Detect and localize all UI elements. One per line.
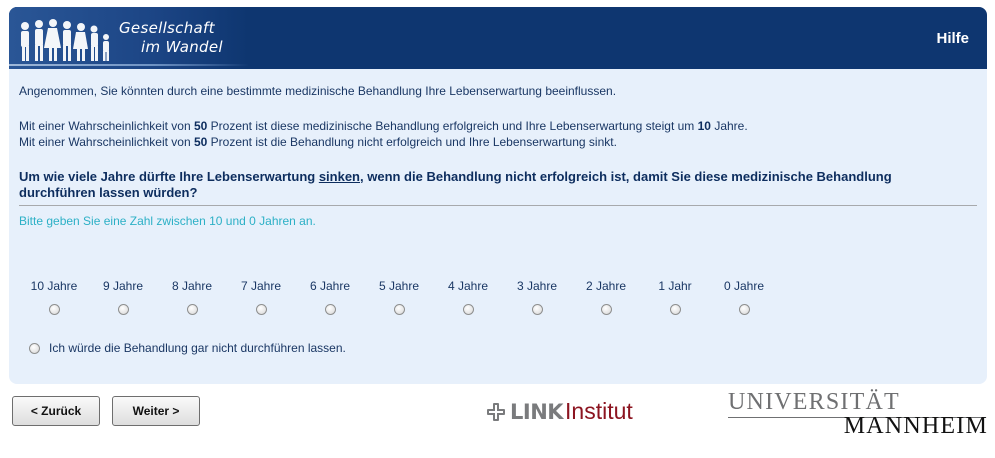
help-link[interactable]: Hilfe xyxy=(936,30,969,47)
refuse-option-label: Ich würde die Behandlung gar nicht durch… xyxy=(49,341,346,355)
link-institut-logo: LINK Institut xyxy=(486,398,633,425)
option-label: 7 Jahre xyxy=(240,279,282,293)
option-label: 9 Jahre xyxy=(102,279,144,293)
option-2-years: 2 Jahre xyxy=(576,279,636,320)
option-10-years: 10 Jahre xyxy=(24,279,84,320)
option-7-years: 7 Jahre xyxy=(231,279,291,320)
probability-line-success: Mit einer Wahrscheinlichkeit von 50 Proz… xyxy=(19,119,748,133)
divider xyxy=(19,205,977,206)
radio-refuse[interactable] xyxy=(29,342,40,354)
option-label: 10 Jahre xyxy=(30,279,78,293)
radio-8-years[interactable] xyxy=(186,304,198,315)
people-silhouettes-icon xyxy=(21,19,109,61)
header-stripe xyxy=(9,64,249,66)
university-mannheim-logo: UNIVERSITÄT MANNHEIM xyxy=(728,389,988,439)
refuse-option: Ich würde die Behandlung gar nicht durch… xyxy=(29,341,346,355)
link-logo-text: LINK xyxy=(510,399,564,424)
next-button[interactable]: Weiter > xyxy=(112,396,200,426)
survey-panel: Angenommen, Sie könnten durch eine besti… xyxy=(9,69,987,384)
radio-3-years[interactable] xyxy=(531,304,543,315)
radio-6-years[interactable] xyxy=(324,304,336,315)
radio-9-years[interactable] xyxy=(117,304,129,315)
text-fragment: Prozent ist diese medizinische Behandlun… xyxy=(207,119,698,133)
text-fragment: Prozent ist die Behandlung nicht erfolgr… xyxy=(207,135,617,149)
option-label: 5 Jahre xyxy=(378,279,420,293)
back-button[interactable]: < Zurück xyxy=(12,396,100,426)
option-1-year: 1 Jahr xyxy=(645,279,705,320)
radio-10-years[interactable] xyxy=(48,304,60,315)
option-9-years: 9 Jahre xyxy=(93,279,153,320)
intro-text: Angenommen, Sie könnten durch eine besti… xyxy=(19,84,617,98)
radio-1-year[interactable] xyxy=(669,304,681,315)
radio-0-years[interactable] xyxy=(738,304,750,315)
option-label: 4 Jahre xyxy=(447,279,489,293)
instruction-hint: Bitte geben Sie eine Zahl zwischen 10 un… xyxy=(19,214,316,228)
option-label: 6 Jahre xyxy=(309,279,351,293)
option-label: 8 Jahre xyxy=(171,279,213,293)
option-label: 3 Jahre xyxy=(516,279,558,293)
brand-title-line1: Gesellschaft xyxy=(119,19,215,37)
emphasis-word: sinken xyxy=(318,169,360,184)
header-bar: Gesellschaft im Wandel Hilfe xyxy=(9,7,987,69)
option-label: 0 Jahre xyxy=(723,279,765,293)
probability-line-failure: Mit einer Wahrscheinlichkeit von 50 Proz… xyxy=(19,135,617,149)
brand-title-line2: im Wandel xyxy=(141,38,223,56)
question-text: Um wie viele Jahre dürfte Ihre Lebenserw… xyxy=(19,169,959,201)
option-label: 1 Jahr xyxy=(658,279,692,293)
institut-logo-text: Institut xyxy=(565,398,633,424)
university-logo-line1: UNIVERSITÄT xyxy=(728,389,900,415)
radio-4-years[interactable] xyxy=(462,304,474,315)
years-value: 10 xyxy=(697,119,711,133)
text-fragment: Jahre. xyxy=(710,119,748,133)
probability-value: 50 xyxy=(193,135,208,149)
radio-2-years[interactable] xyxy=(600,304,612,315)
link-cross-icon xyxy=(487,402,505,421)
university-logo-line2: MANNHEIM xyxy=(843,413,988,439)
radio-7-years[interactable] xyxy=(255,304,267,315)
text-fragment: Um wie viele Jahre dürfte Ihre Lebenserw… xyxy=(19,169,319,184)
option-6-years: 6 Jahre xyxy=(300,279,360,320)
probability-value: 50 xyxy=(193,119,208,133)
option-4-years: 4 Jahre xyxy=(438,279,498,320)
option-8-years: 8 Jahre xyxy=(162,279,222,320)
option-0-years: 0 Jahre xyxy=(714,279,774,320)
text-fragment: Mit einer Wahrscheinlichkeit von xyxy=(19,119,194,133)
option-5-years: 5 Jahre xyxy=(369,279,429,320)
text-fragment: Mit einer Wahrscheinlichkeit von xyxy=(19,135,194,149)
option-label: 2 Jahre xyxy=(585,279,627,293)
radio-5-years[interactable] xyxy=(393,304,405,315)
option-3-years: 3 Jahre xyxy=(507,279,567,320)
